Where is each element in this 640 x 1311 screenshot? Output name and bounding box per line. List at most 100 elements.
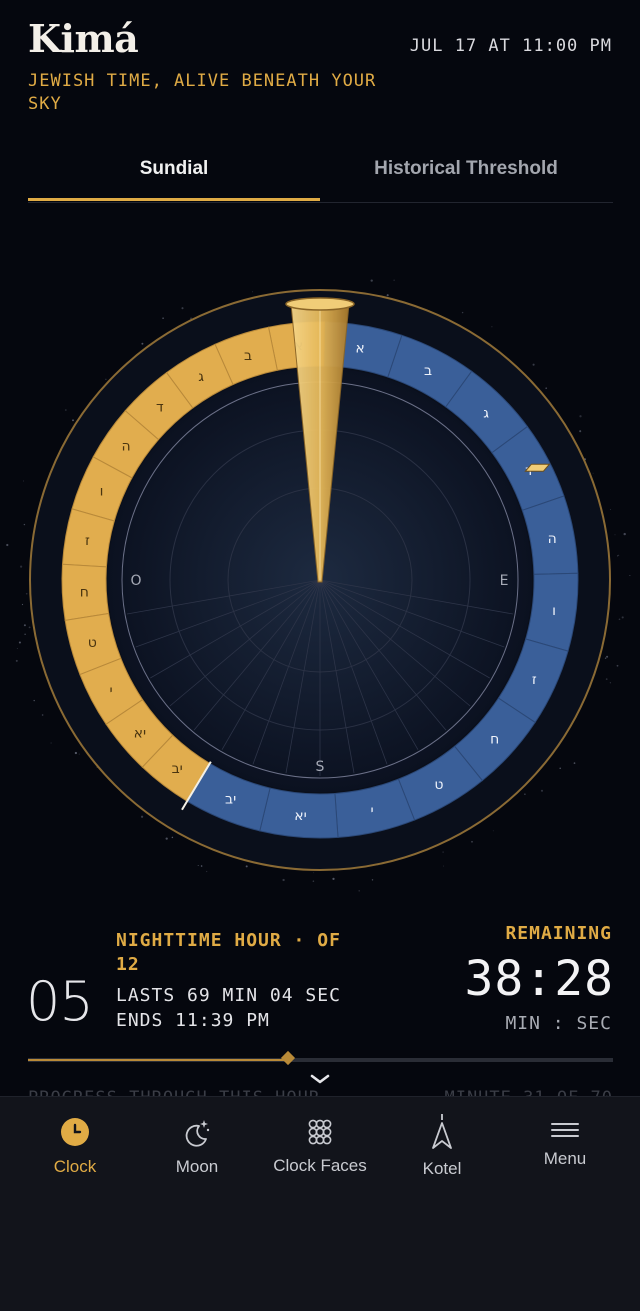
- night-hour-label: ט: [434, 777, 443, 793]
- stardust-dot: [79, 754, 80, 755]
- stardust-dot: [619, 618, 621, 620]
- nav-kotel-label: Kotel: [380, 1159, 504, 1179]
- day-hour-label: ד: [156, 400, 164, 416]
- stardust-dot: [198, 865, 199, 866]
- stardust-dot: [206, 871, 207, 872]
- nav-moon[interactable]: Moon: [135, 1097, 259, 1197]
- compass-south: S: [316, 759, 325, 775]
- hour-progress-bar: [28, 1058, 613, 1062]
- stardust-dot: [524, 793, 526, 795]
- stardust-dot: [622, 616, 624, 618]
- day-hour-label: יב: [172, 761, 183, 777]
- stardust-dot: [387, 294, 389, 296]
- stardust-dot: [624, 533, 626, 535]
- nav-menu[interactable]: Menu: [503, 1097, 627, 1197]
- nav-menu-label: Menu: [503, 1149, 627, 1169]
- stardust-dot: [617, 555, 618, 556]
- compass-west: O: [130, 573, 141, 589]
- stardust-dot: [17, 648, 18, 649]
- chevron-down-icon[interactable]: [308, 1072, 332, 1086]
- day-hour-label: ט: [88, 635, 97, 651]
- compass-east: E: [500, 573, 509, 589]
- stardust-dot: [471, 841, 473, 843]
- stardust-dot: [181, 307, 183, 309]
- stardust-dot: [246, 865, 248, 867]
- hour-end-time: ENDS 11:39 PM: [116, 1010, 270, 1031]
- stardust-dot: [579, 415, 581, 417]
- stardust-dot: [19, 641, 21, 643]
- stardust-dot: [533, 364, 535, 366]
- stardust-dot: [313, 880, 315, 882]
- stardust-dot: [201, 865, 203, 867]
- tab-historical-threshold[interactable]: Historical Threshold: [320, 150, 612, 200]
- stardust-dot: [559, 767, 561, 769]
- bottom-nav: Clock Moon Clock Faces Kotel: [0, 1096, 640, 1311]
- stardust-dot: [629, 575, 630, 576]
- stardust-dot: [24, 524, 25, 525]
- night-hour-label: א: [355, 340, 364, 356]
- hour-progress-fill: [28, 1059, 288, 1061]
- stardust-dot: [372, 879, 373, 880]
- night-hour-label: ו: [552, 603, 556, 619]
- stardust-dot: [72, 419, 74, 421]
- hour-duration: LASTS 69 MIN 04 SEC: [116, 985, 341, 1006]
- night-hour-label: ח: [490, 732, 499, 748]
- remaining-units: MIN : SEC: [505, 1013, 612, 1034]
- stardust-dot: [443, 866, 444, 867]
- stardust-dot: [105, 379, 106, 380]
- day-hour-label: ז: [85, 533, 90, 549]
- tab-sundial[interactable]: Sundial: [28, 150, 320, 201]
- nav-clock[interactable]: Clock: [13, 1097, 137, 1197]
- stardust-dot: [65, 409, 67, 411]
- night-hour-label: י: [371, 803, 374, 819]
- app-logo: Kimá: [28, 16, 138, 61]
- stardust-dot: [493, 830, 494, 831]
- stardust-dot: [491, 326, 492, 327]
- stardust-dot: [282, 879, 284, 881]
- nav-moon-label: Moon: [135, 1157, 259, 1177]
- current-datetime[interactable]: JUL 17 AT 11:00 PM: [410, 36, 612, 56]
- stardust-dot: [29, 626, 31, 628]
- stardust-dot: [24, 624, 26, 626]
- nav-kotel[interactable]: Kotel: [380, 1097, 504, 1197]
- gnomon-cap: [286, 298, 354, 310]
- clock-icon: [60, 1117, 90, 1147]
- day-hour-label: ה: [122, 439, 131, 455]
- stardust-dot: [617, 665, 619, 667]
- stardust-dot: [20, 566, 22, 568]
- night-hour-label: ב: [424, 363, 432, 379]
- stardust-dot: [442, 851, 443, 852]
- stardust-dot: [141, 343, 143, 345]
- moon-stars-icon: [182, 1117, 212, 1147]
- stardust-dot: [141, 816, 143, 818]
- nav-clock-faces[interactable]: Clock Faces: [258, 1097, 382, 1197]
- clock-faces-icon: [305, 1117, 335, 1147]
- app-tagline: JEWISH TIME, ALIVE BENEATH YOUR SKY: [28, 70, 388, 116]
- kotel-compass-icon: [427, 1114, 457, 1150]
- night-hour-label: יב: [225, 791, 236, 807]
- stardust-dot: [42, 714, 44, 716]
- view-tabs: Sundial Historical Threshold: [28, 150, 613, 203]
- remaining-label: REMAINING: [505, 923, 612, 944]
- stardust-dot: [371, 279, 373, 281]
- stardust-dot: [579, 430, 581, 432]
- stardust-dot: [166, 837, 168, 839]
- hour-number: 05: [26, 970, 93, 1033]
- sundial-dial: אבגדהוזחטייאיבאבגדהוזחטייאיבOES: [0, 270, 640, 910]
- stardust-dot: [23, 481, 24, 482]
- stardust-dot: [24, 634, 25, 635]
- stardust-dot: [50, 742, 51, 743]
- day-hour-label: יא: [134, 726, 147, 742]
- nav-clock-label: Clock: [13, 1157, 137, 1177]
- stardust-dot: [574, 762, 576, 764]
- stardust-dot: [26, 593, 28, 595]
- remaining-time: 38:28: [465, 951, 615, 1007]
- stardust-dot: [618, 555, 619, 556]
- hour-title: NIGHTTIME HOUR · OF 12: [116, 929, 356, 977]
- stardust-dot: [22, 604, 23, 605]
- stardust-dot: [162, 317, 164, 319]
- menu-icon: [550, 1119, 580, 1149]
- stardust-dot: [615, 534, 616, 535]
- stardust-dot: [593, 473, 594, 474]
- stardust-dot: [610, 682, 611, 683]
